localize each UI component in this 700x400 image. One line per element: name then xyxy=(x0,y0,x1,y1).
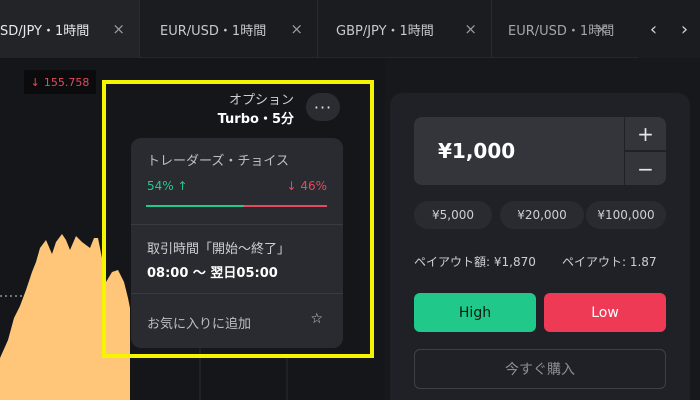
close-icon[interactable]: × xyxy=(290,20,303,38)
trade-panel: ¥1,000 + − ¥5,000 ¥20,000 ¥100,000 ペイアウト… xyxy=(390,93,690,400)
preset-amount-button[interactable]: ¥20,000 xyxy=(500,201,584,229)
close-icon[interactable]: × xyxy=(595,20,608,38)
chevron-right-icon[interactable]: › xyxy=(681,19,688,40)
tab-eur-usd-2[interactable]: EUR/USD・1時間 × xyxy=(492,0,642,58)
tab-label: SD/JPY・1時間 xyxy=(0,23,90,39)
preset-amount-button[interactable]: ¥5,000 xyxy=(414,201,492,229)
price-value: 155.758 xyxy=(43,75,90,89)
payout-amount: ペイアウト額: ¥1,870 xyxy=(414,255,536,269)
preset-amount-button[interactable]: ¥100,000 xyxy=(586,201,666,229)
tab-label: EUR/USD・1時間 xyxy=(160,23,267,39)
decrease-amount-button[interactable]: − xyxy=(625,152,666,185)
tab-gbp-jpy[interactable]: GBP/JPY・1時間 × xyxy=(318,0,492,58)
chevron-left-icon[interactable]: ‹ xyxy=(650,19,657,40)
buy-now-button[interactable]: 今すぐ購入 xyxy=(414,349,666,389)
arrow-down-icon: ↓ xyxy=(30,75,40,89)
highlight-box xyxy=(102,80,374,358)
increase-amount-button[interactable]: + xyxy=(625,117,666,150)
tab-label: GBP/JPY・1時間 xyxy=(336,23,434,39)
payout-rate: ペイアウト: 1.87 xyxy=(562,255,657,269)
current-price-tag: ↓ 155.758 xyxy=(24,70,96,94)
close-icon[interactable]: × xyxy=(112,20,125,38)
tab-eur-usd[interactable]: EUR/USD・1時間 × xyxy=(140,0,318,58)
amount-input[interactable]: ¥1,000 xyxy=(414,117,624,185)
tab-usd-jpy[interactable]: SD/JPY・1時間 × xyxy=(0,0,140,58)
low-button[interactable]: Low xyxy=(544,293,666,332)
tab-nav: ‹ › xyxy=(638,0,700,58)
close-icon[interactable]: × xyxy=(464,20,477,38)
high-button[interactable]: High xyxy=(414,293,536,332)
tab-bar: SD/JPY・1時間 × EUR/USD・1時間 × GBP/JPY・1時間 ×… xyxy=(0,0,700,58)
